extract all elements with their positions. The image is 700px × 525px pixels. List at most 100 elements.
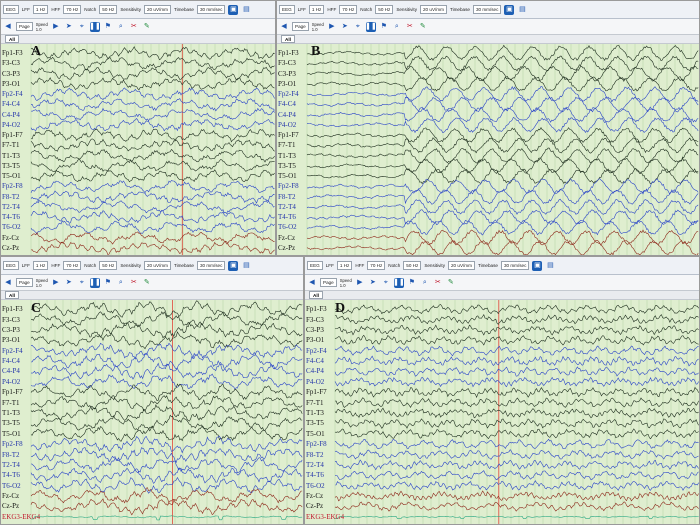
tab-all[interactable]: All <box>281 35 295 43</box>
page-back-icon[interactable]: ◀ <box>3 278 13 288</box>
speed-control[interactable]: Speed 1.0 <box>36 278 48 288</box>
print-icon[interactable]: ▤ <box>545 261 555 271</box>
tab-all[interactable]: All <box>5 291 19 299</box>
montage-select[interactable]: EEG <box>279 5 295 14</box>
eeg-plot[interactable]: Fp1-F3 F3-C3 C3-P3 P3-O1 Fp2-F4 F4-C4 C4-P4 P4-… <box>277 44 699 255</box>
pause-icon[interactable]: ❚❚ <box>89 21 101 32</box>
panel-letter: B <box>311 44 321 59</box>
notch-select[interactable]: 50 Hz <box>99 261 118 270</box>
cursor-icon[interactable]: ➤ <box>64 278 74 288</box>
measure-icon[interactable]: ✂ <box>405 22 415 32</box>
play-icon[interactable]: ▶ <box>51 22 61 32</box>
annotate-icon[interactable]: ✎ <box>142 22 152 32</box>
zoom-icon[interactable]: ⌕ <box>392 22 402 32</box>
measure-icon[interactable]: ✂ <box>129 22 139 32</box>
hff-select[interactable]: 70 Hz <box>339 5 358 14</box>
flag-icon[interactable]: ⚑ <box>103 278 113 288</box>
save-icon[interactable]: ▣ <box>228 260 239 271</box>
zoom-icon[interactable]: ⌕ <box>116 278 126 288</box>
page-select[interactable]: Page <box>16 278 33 287</box>
channel-trace <box>334 314 699 325</box>
notch-select[interactable]: 50 Hz <box>99 5 118 14</box>
measure-icon[interactable]: ✂ <box>129 278 139 288</box>
lff-select[interactable]: 1 Hz <box>336 261 353 270</box>
notch-select[interactable]: 50 Hz <box>375 5 394 14</box>
annotate-icon[interactable]: ✎ <box>446 278 456 288</box>
play-icon[interactable]: ▶ <box>355 278 365 288</box>
print-icon[interactable]: ▤ <box>517 5 527 15</box>
eeg-plot[interactable]: Fp1-F3 F3-C3 C3-P3 P3-O1 Fp2-F4 F4-C4 C4-P4 P4-… <box>1 44 275 255</box>
sensitivity-select[interactable]: 20 uV/mm <box>144 261 171 270</box>
measure-icon[interactable]: ✂ <box>433 278 443 288</box>
speed-control[interactable]: Speed 1.0 <box>312 22 324 32</box>
marker-icon[interactable]: ⌖ <box>353 22 363 32</box>
sensitivity-select[interactable]: 20 uV/mm <box>448 261 475 270</box>
timebase-select[interactable]: 30 mm/sec <box>196 261 226 270</box>
marker-icon[interactable]: ⌖ <box>381 278 391 288</box>
flag-icon[interactable]: ⚑ <box>379 22 389 32</box>
lff-select[interactable]: 1 Hz <box>32 5 49 14</box>
annotate-icon[interactable]: ✎ <box>418 22 428 32</box>
page-back-icon[interactable]: ◀ <box>3 22 13 32</box>
channel-label: F4-C4 <box>306 357 324 366</box>
cursor-icon[interactable]: ➤ <box>368 278 378 288</box>
lff-select[interactable]: 1 Hz <box>32 261 49 270</box>
channel-trace <box>30 138 275 152</box>
channel-label: Fp2-F4 <box>278 90 299 99</box>
pause-icon[interactable]: ❚❚ <box>365 21 377 32</box>
pause-icon[interactable]: ❚❚ <box>393 277 405 288</box>
channel-label: Fp1-F7 <box>2 388 23 397</box>
save-icon[interactable]: ▣ <box>228 4 239 15</box>
cursor-icon[interactable]: ➤ <box>340 22 350 32</box>
page-back-icon[interactable]: ◀ <box>279 22 289 32</box>
hff-select[interactable]: 70 Hz <box>63 261 82 270</box>
sensitivity-select[interactable]: 20 uV/mm <box>420 5 447 14</box>
zoom-icon[interactable]: ⌕ <box>420 278 430 288</box>
notch-select[interactable]: 50 Hz <box>403 261 422 270</box>
save-icon[interactable]: ▣ <box>504 4 515 15</box>
speed-control[interactable]: Speed 1.0 <box>340 278 352 288</box>
channel-label: P3-O1 <box>2 336 21 345</box>
speed-control[interactable]: Speed 1.0 <box>36 22 48 32</box>
hff-select[interactable]: 70 Hz <box>63 5 82 14</box>
timebase-select[interactable]: 30 mm/sec <box>472 5 502 14</box>
print-icon[interactable]: ▤ <box>241 5 251 15</box>
play-icon[interactable]: ▶ <box>51 278 61 288</box>
eeg-plot[interactable]: Fp1-F3 F3-C3 C3-P3 P3-O1 Fp2-F4 F4-C4 C4-P4 P4-… <box>305 300 699 524</box>
timebase-label: Timebase <box>477 263 498 268</box>
montage-select[interactable]: EEG <box>3 5 19 14</box>
channel-label: Fp2-F8 <box>278 182 299 191</box>
eeg-plot[interactable]: Fp1-F3 F3-C3 C3-P3 P3-O1 Fp2-F4 F4-C4 C4-P4 P4-… <box>1 300 303 524</box>
flag-icon[interactable]: ⚑ <box>407 278 417 288</box>
hff-select[interactable]: 70 Hz <box>367 261 386 270</box>
zoom-icon[interactable]: ⌕ <box>116 22 126 32</box>
channel-label: Fz-Cz <box>2 492 20 501</box>
montage-select[interactable]: EEG <box>307 261 323 270</box>
montage-select[interactable]: EEG <box>3 261 19 270</box>
marker-icon[interactable]: ⌖ <box>77 278 87 288</box>
print-icon[interactable]: ▤ <box>241 261 251 271</box>
pause-icon[interactable]: ❚❚ <box>89 277 101 288</box>
play-icon[interactable]: ▶ <box>327 22 337 32</box>
page-select[interactable]: Page <box>292 22 309 31</box>
hff-label: HFF <box>51 263 61 268</box>
timebase-select[interactable]: 30 mm/sec <box>500 261 530 270</box>
cursor-icon[interactable]: ➤ <box>64 22 74 32</box>
save-icon[interactable]: ▣ <box>532 260 543 271</box>
timebase-select[interactable]: 30 mm/sec <box>196 5 226 14</box>
channel-label: C3-P3 <box>2 325 20 334</box>
lff-select[interactable]: 1 Hz <box>308 5 325 14</box>
channel-label: Cz-Pz <box>2 243 20 252</box>
flag-icon[interactable]: ⚑ <box>103 22 113 32</box>
page-select[interactable]: Page <box>16 22 33 31</box>
tab-all[interactable]: All <box>309 291 323 299</box>
channel-label: F3-C3 <box>2 315 20 324</box>
sensitivity-select[interactable]: 20 uV/mm <box>144 5 171 14</box>
page-select[interactable]: Page <box>320 278 337 287</box>
channel-label: C3-P3 <box>2 69 20 78</box>
page-back-icon[interactable]: ◀ <box>307 278 317 288</box>
marker-icon[interactable]: ⌖ <box>77 22 87 32</box>
annotate-icon[interactable]: ✎ <box>142 278 152 288</box>
channel-label: C4-P4 <box>306 367 324 376</box>
tab-all[interactable]: All <box>5 35 19 43</box>
